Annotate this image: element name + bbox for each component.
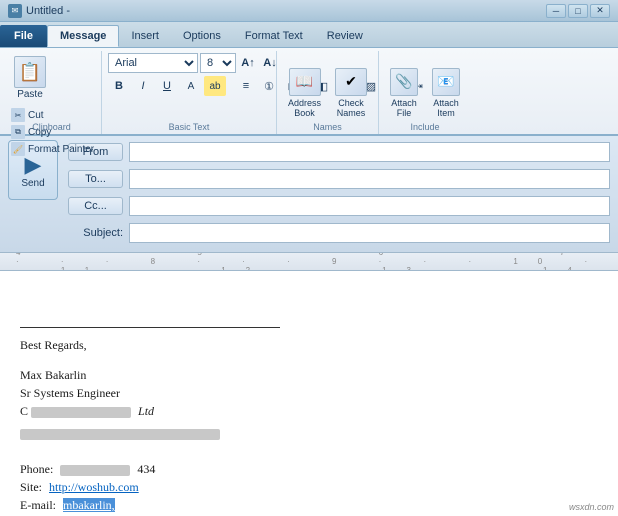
phone-label: Phone: <box>20 462 53 476</box>
title-controls[interactable]: ─ □ ✕ <box>546 4 610 18</box>
ruler: · 1 · · · 2 · · · 3 · · · 4 · · · 5 · · … <box>0 253 618 271</box>
app-icon: ✉ <box>8 4 22 18</box>
phone-redacted <box>60 465 130 476</box>
basic-text-label: Basic Text <box>102 122 276 132</box>
check-names-button[interactable]: ✔ CheckNames <box>330 65 372 121</box>
check-names-icon: ✔ <box>335 68 367 96</box>
title-bar-left: ✉ Untitled - <box>8 4 70 18</box>
attach-item-button[interactable]: 📧 AttachItem <box>427 65 465 121</box>
bold-button[interactable]: B <box>108 76 130 96</box>
include-label: Include <box>379 122 471 132</box>
from-input[interactable] <box>129 142 610 162</box>
company-line: C Ltd <box>20 402 598 420</box>
paste-label: Paste <box>17 89 43 100</box>
subject-row: Subject: <box>68 221 610 245</box>
include-group: 📎 AttachFile 📧 AttachItem Include <box>379 51 471 134</box>
clipboard-label: Clipboard <box>2 122 101 132</box>
site-label: Site: <box>20 480 42 494</box>
format-painter-button[interactable]: 🖌 Format Painter <box>8 141 97 157</box>
cut-button[interactable]: ✂ Cut <box>8 107 97 123</box>
ruler-content: · 1 · · · 2 · · · 3 · · · 4 · · · 5 · · … <box>2 253 616 271</box>
tab-insert[interactable]: Insert <box>119 25 171 47</box>
attach-file-icon: 📎 <box>390 68 418 96</box>
tab-format-text[interactable]: Format Text <box>233 25 315 47</box>
basic-text-group: Arial 8 A↑ A↓ B I U A ab ≡ ① ▤ <box>102 51 277 134</box>
font-family-select[interactable]: Arial <box>108 53 198 73</box>
font-size-select[interactable]: 8 <box>200 53 236 73</box>
send-label: Send <box>21 178 44 189</box>
company-redacted <box>31 407 131 418</box>
address-book-button[interactable]: 📖 AddressBook <box>283 65 326 121</box>
paste-icon: 📋 <box>14 56 46 88</box>
email-line: E-mail: mbakarlin, <box>20 496 598 514</box>
to-input[interactable] <box>129 169 610 189</box>
underline-button[interactable]: U <box>156 76 178 96</box>
cc-input[interactable] <box>129 196 610 216</box>
attach-file-label: AttachFile <box>391 98 417 118</box>
maximize-button[interactable]: □ <box>568 4 588 18</box>
names-buttons: 📖 AddressBook ✔ CheckNames <box>283 53 372 132</box>
to-button[interactable]: To... <box>68 170 123 188</box>
names-group: 📖 AddressBook ✔ CheckNames Names <box>277 51 379 134</box>
ribbon: 📋 Paste ✂ Cut ⧉ Copy 🖌 Format Painter Cl… <box>0 48 618 136</box>
names-label: Names <box>277 122 378 132</box>
phone-number: 434 <box>137 462 155 476</box>
minimize-button[interactable]: ─ <box>546 4 566 18</box>
cc-row: Cc... <box>68 194 610 218</box>
company-prefix: C <box>20 404 28 418</box>
greeting-line: Best Regards, <box>20 336 598 354</box>
clipboard-content: 📋 Paste ✂ Cut ⧉ Copy 🖌 Format Painter <box>8 53 97 157</box>
attach-item-label: AttachItem <box>433 98 459 118</box>
highlight-button[interactable]: ab <box>204 76 226 96</box>
font-color-button[interactable]: A <box>180 76 202 96</box>
address-redacted <box>20 429 220 440</box>
cut-label: Cut <box>28 110 44 121</box>
company-suffix: Ltd <box>138 404 154 418</box>
email-body[interactable]: Best Regards, Max Bakarlin Sr Systems En… <box>0 271 618 516</box>
signature-line <box>20 327 280 328</box>
list-button[interactable]: ≡ <box>235 76 257 96</box>
subject-label: Subject: <box>68 227 123 239</box>
address-book-label: AddressBook <box>288 98 321 118</box>
cut-icon: ✂ <box>11 108 25 122</box>
format-painter-label: Format Painter <box>28 144 94 155</box>
site-line: Site: http://woshub.com <box>20 478 598 496</box>
tab-file[interactable]: File <box>0 25 47 47</box>
tab-message[interactable]: Message <box>47 25 119 47</box>
email-label: E-mail: <box>20 498 56 512</box>
cc-button[interactable]: Cc... <box>68 197 123 215</box>
header-fields: From To... Cc... Subject: <box>68 140 610 248</box>
title-text: Untitled - <box>26 5 70 17</box>
main-content: ▶ Send From To... Cc... Subject: <box>0 136 618 516</box>
tab-options[interactable]: Options <box>171 25 233 47</box>
close-button[interactable]: ✕ <box>590 4 610 18</box>
address-line <box>20 424 598 442</box>
clipboard-small-btns: ✂ Cut ⧉ Copy 🖌 Format Painter <box>8 107 97 157</box>
address-book-icon: 📖 <box>289 68 321 96</box>
italic-button[interactable]: I <box>132 76 154 96</box>
grow-font-button[interactable]: A↑ <box>238 53 258 73</box>
paste-button[interactable]: 📋 Paste <box>8 53 52 103</box>
format-painter-icon: 🖌 <box>11 142 25 156</box>
title-line: Sr Systems Engineer <box>20 384 598 402</box>
attach-file-button[interactable]: 📎 AttachFile <box>385 65 423 121</box>
clipboard-group: 📋 Paste ✂ Cut ⧉ Copy 🖌 Format Painter Cl… <box>2 51 102 134</box>
ribbon-tabs: File Message Insert Options Format Text … <box>0 22 618 48</box>
site-url[interactable]: http://woshub.com <box>49 480 139 494</box>
phone-line: Phone: 434 <box>20 460 598 478</box>
to-row: To... <box>68 167 610 191</box>
attach-buttons: 📎 AttachFile 📧 AttachItem <box>385 53 465 132</box>
email-value[interactable]: mbakarlin, <box>63 498 115 512</box>
subject-input[interactable] <box>129 223 610 243</box>
name-line: Max Bakarlin <box>20 366 598 384</box>
header-wrapper: ▶ Send From To... Cc... Subject: <box>8 140 610 248</box>
from-row: From <box>68 140 610 164</box>
check-names-label: CheckNames <box>337 98 366 118</box>
attach-item-icon: 📧 <box>432 68 460 96</box>
title-bar: ✉ Untitled - ─ □ ✕ <box>0 0 618 22</box>
watermark: wsxdn.com <box>569 502 614 512</box>
tab-review[interactable]: Review <box>315 25 375 47</box>
